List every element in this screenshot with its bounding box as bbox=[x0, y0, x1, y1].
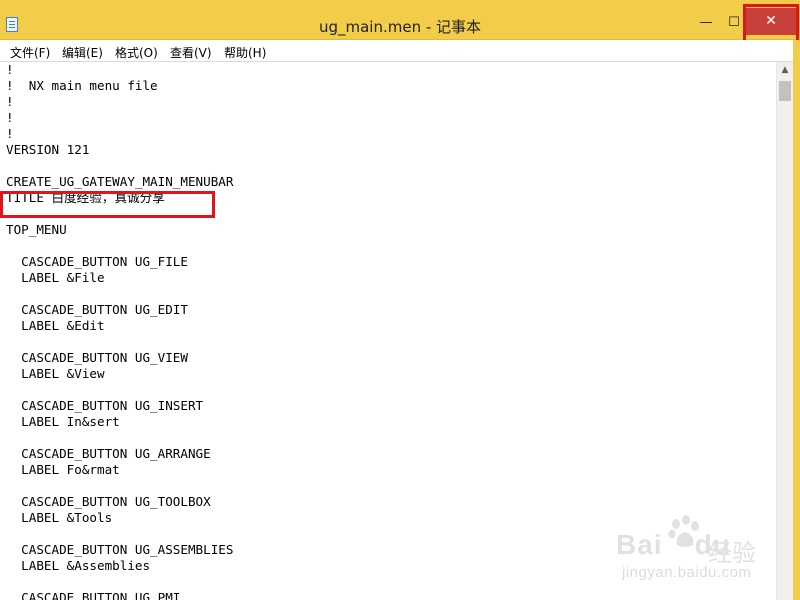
editor-line: ! bbox=[6, 126, 14, 141]
menu-view[interactable]: 查看(V) bbox=[170, 44, 212, 61]
editor-line: LABEL &Assemblies bbox=[6, 558, 151, 573]
editor-line: CASCADE_BUTTON UG_ASSEMBLIES bbox=[6, 542, 234, 557]
editor-line: CASCADE_BUTTON UG_FILE bbox=[6, 254, 188, 269]
editor-line: LABEL &Tools bbox=[6, 510, 113, 525]
editor-line: LABEL &View bbox=[6, 366, 105, 381]
menu-format[interactable]: 格式(O) bbox=[115, 44, 158, 61]
watermark-url: jingyan.baidu.com bbox=[622, 564, 752, 581]
editor-content[interactable]: !! NX main menu file!!! VERSION 121 CREATE… bbox=[6, 62, 233, 600]
editor-line: ! bbox=[6, 62, 14, 77]
editor-line: ! NX main menu file bbox=[6, 78, 158, 93]
menu-help[interactable]: 帮助(H) bbox=[224, 44, 266, 61]
editor-line: CASCADE_BUTTON UG_ARRANGE bbox=[6, 446, 211, 461]
editor-line: TOP_MENU bbox=[6, 222, 67, 237]
menu-edit[interactable]: 编辑(E) bbox=[62, 44, 103, 61]
editor-line: ! bbox=[6, 94, 14, 109]
watermark-jingyan: 经验 bbox=[708, 539, 756, 567]
editor-line: VERSION 121 bbox=[6, 142, 90, 157]
menu-bar: 文件(F) 编辑(E) 格式(O) 查看(V) 帮助(H) bbox=[0, 40, 800, 62]
minimize-button[interactable]: — bbox=[696, 14, 716, 32]
scroll-thumb[interactable] bbox=[779, 81, 791, 101]
baidu-jingyan-watermark: Bai du 经验 jingyan.baidu.com bbox=[612, 515, 792, 585]
window-right-border bbox=[793, 40, 800, 600]
window-title: ug_main.men - 记事本 bbox=[318, 18, 482, 36]
scroll-up-arrow-icon[interactable]: ▲ bbox=[777, 62, 793, 79]
editor-line: LABEL Fo&rmat bbox=[6, 462, 120, 477]
editor-line: CASCADE_BUTTON UG_VIEW bbox=[6, 350, 188, 365]
title-line-highlight-box bbox=[0, 191, 215, 218]
title-bar[interactable]: ug_main.men - 记事本 — ☐ ✕ bbox=[0, 0, 800, 49]
maximize-button[interactable]: ☐ bbox=[724, 14, 744, 32]
editor-line: CREATE_UG_GATEWAY_MAIN_MENUBAR bbox=[6, 174, 234, 189]
editor-line: CASCADE_BUTTON UG_TOOLBOX bbox=[6, 494, 211, 509]
menu-file[interactable]: 文件(F) bbox=[10, 44, 50, 61]
editor-line: CASCADE_BUTTON UG_INSERT bbox=[6, 398, 204, 413]
editor-line: CASCADE_BUTTON UG_EDIT bbox=[6, 302, 188, 317]
editor-line: ! bbox=[6, 110, 14, 125]
editor-line: LABEL In&sert bbox=[6, 414, 120, 429]
editor-line: LABEL &File bbox=[6, 270, 105, 285]
editor-line: LABEL &Edit bbox=[6, 318, 105, 333]
editor-line: CASCADE_BUTTON UG_PMI bbox=[6, 590, 181, 600]
